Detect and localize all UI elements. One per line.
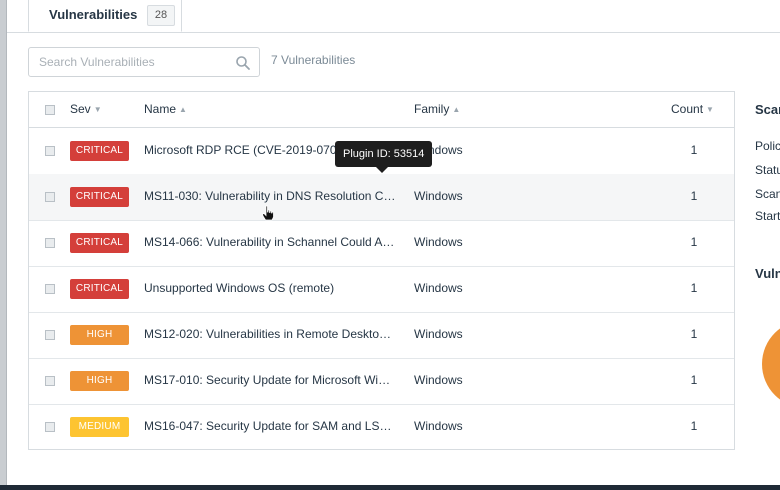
scan-meta-label: Scanner: [755,187,780,201]
row-checkbox[interactable] [45,376,55,386]
select-all-checkbox[interactable] [45,105,55,115]
table-row[interactable]: CRITICAL Unsupported Windows OS (remote)… [29,266,734,313]
severity-badge: MEDIUM [70,417,129,437]
scan-details-panel: Scan Details Policy: Status: Scanner: St… [735,91,780,485]
column-sev-label: Sev [70,102,91,116]
window-left-edge [0,0,7,490]
severity-badge: CRITICAL [70,187,129,207]
search-input[interactable] [39,54,229,70]
vulnerability-count: 1 [690,419,698,433]
row-checkbox[interactable] [45,422,55,432]
sort-desc-icon: ▼ [706,105,714,114]
vulnerability-name[interactable]: MS12-020: Vulnerabilities in Remote Desk… [144,327,396,341]
search-icon[interactable] [235,55,251,71]
column-count[interactable]: Count ▼ [671,102,714,116]
table-row[interactable]: CRITICAL MS11-030: Vulnerability in DNS … [29,174,734,221]
scan-meta-label: Status: [755,163,780,177]
vulnerability-family: Windows [414,235,463,249]
vulnerability-count: 1 [690,327,698,341]
vulnerability-count: 1 [690,143,698,157]
table-header: Sev ▼ Name ▲ Family ▲ Count ▼ [29,92,734,128]
tab-bar: Vulnerabilities 28 [7,0,780,33]
scan-details-heading: Scan Details [755,102,780,117]
vulnerability-family: Windows [414,189,463,203]
scan-meta-label: Start: [755,209,780,223]
tab-label: Vulnerabilities [49,7,138,22]
vulnerability-count: 1 [690,235,698,249]
vulnerabilities-chart-heading: Vulnerabilities [755,266,780,281]
column-family[interactable]: Family ▲ [414,102,460,116]
row-checkbox[interactable] [45,238,55,248]
vulnerability-family: Windows [414,281,463,295]
results-count: 7 Vulnerabilities [271,53,356,67]
sort-desc-icon: ▼ [93,105,102,114]
severity-badge: CRITICAL [70,141,129,161]
row-checkbox[interactable] [45,284,55,294]
severity-badge: CRITICAL [70,279,129,299]
sort-asc-icon: ▲ [452,105,461,114]
severity-donut-chart [762,328,780,400]
taskbar-strip [0,485,780,490]
row-checkbox[interactable] [45,330,55,340]
plugin-id-tooltip: Plugin ID: 53514 [335,141,433,167]
hand-pointer-cursor-icon [262,205,274,221]
severity-badge: HIGH [70,371,129,391]
vulnerability-name[interactable]: MS11-030: Vulnerability in DNS Resolutio… [144,189,396,203]
vulnerability-count: 1 [690,373,698,387]
table-row[interactable]: HIGH MS12-020: Vulnerabilities in Remote… [29,312,734,359]
tab-count-badge: 28 [147,5,175,26]
column-family-label: Family [414,102,450,116]
severity-badge: CRITICAL [70,233,129,253]
column-count-label: Count [671,102,704,116]
table-row[interactable]: CRITICAL MS14-066: Vulnerability in Scha… [29,220,734,267]
row-checkbox[interactable] [45,146,55,156]
vulnerability-family: Windows [414,327,463,341]
tooltip-arrow [376,167,388,173]
scan-meta-label: Policy: [755,139,780,153]
table-row[interactable]: HIGH MS17-010: Security Update for Micro… [29,358,734,405]
search-box [28,47,260,77]
table-row[interactable]: MEDIUM MS16-047: Security Update for SAM… [29,404,734,450]
vulnerability-name[interactable]: MS17-010: Security Update for Microsoft … [144,373,396,387]
vulnerability-name[interactable]: MS16-047: Security Update for SAM and LS… [144,419,396,433]
vulnerability-name[interactable]: MS14-066: Vulnerability in Schannel Coul… [144,235,396,249]
column-name[interactable]: Name ▲ [144,102,187,116]
vulnerability-name[interactable]: Unsupported Windows OS (remote) [144,281,396,295]
sort-asc-icon: ▲ [179,105,187,114]
row-checkbox[interactable] [45,192,55,202]
vulnerability-family: Windows [414,373,463,387]
column-name-label: Name [144,102,177,116]
severity-badge: HIGH [70,325,129,345]
vulnerability-count: 1 [690,281,698,295]
tab-vulnerabilities[interactable]: Vulnerabilities 28 [28,0,182,32]
vulnerability-family: Windows [414,419,463,433]
vulnerability-count: 1 [690,189,698,203]
column-sev[interactable]: Sev ▼ [70,102,102,116]
